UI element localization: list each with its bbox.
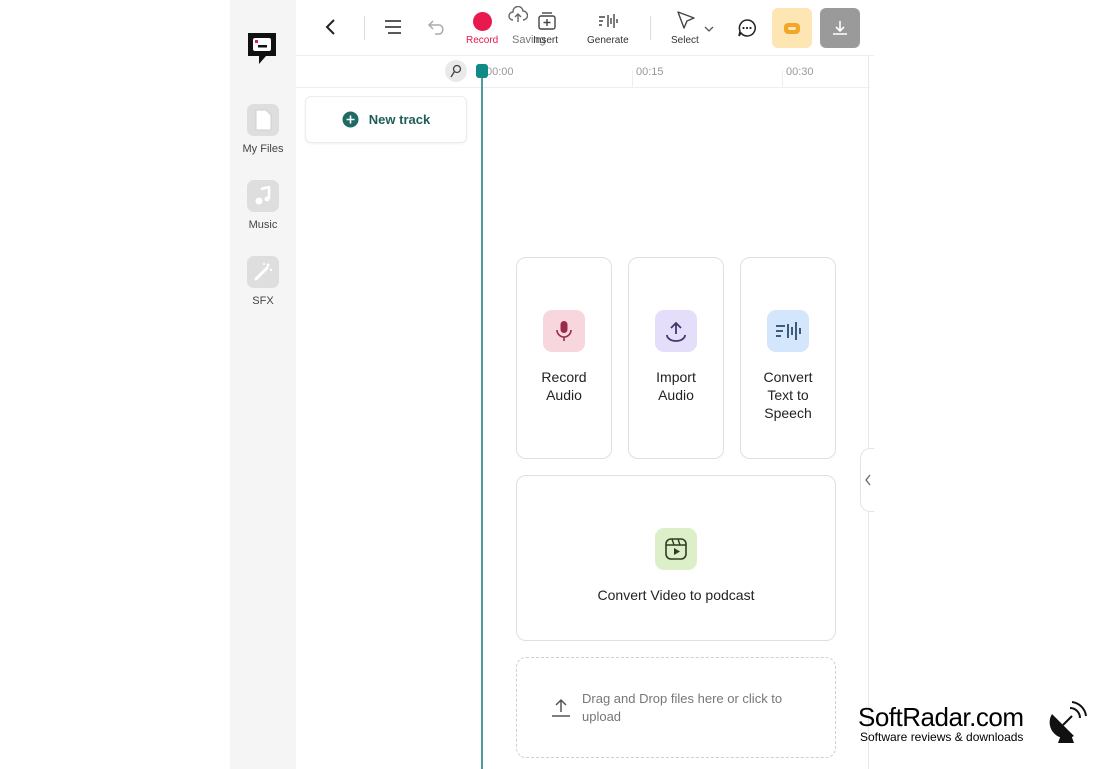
new-track-label: New track xyxy=(368,112,431,127)
magic-wand-icon xyxy=(247,256,279,288)
text-waveform-icon xyxy=(767,310,809,352)
record-dot-icon xyxy=(473,12,492,31)
watermark-subtitle: Software reviews & downloads xyxy=(860,730,1024,744)
timeline-ruler[interactable]: 00:00 00:15 00:30 xyxy=(296,56,870,88)
insert-label: Insert xyxy=(533,35,559,46)
sidebar-item-sfx[interactable]: SFX xyxy=(230,256,296,307)
generate-button[interactable]: Generate xyxy=(586,12,632,50)
sidebar-item-label: Music xyxy=(248,219,278,231)
tick-mark xyxy=(782,70,783,88)
select-label: Select xyxy=(671,35,699,46)
import-audio-card[interactable]: Import Audio xyxy=(628,257,724,459)
music-note-icon xyxy=(247,180,279,212)
collapse-panel-button[interactable] xyxy=(860,448,874,512)
tick-mark xyxy=(632,70,633,88)
record-audio-card[interactable]: Record Audio xyxy=(516,257,612,459)
text-to-speech-card[interactable]: Convert Text to Speech xyxy=(740,257,836,459)
text-to-speech-label: Convert Text to Speech xyxy=(741,368,835,422)
new-track-button[interactable]: New track xyxy=(305,96,467,143)
menu-button[interactable] xyxy=(384,19,402,40)
download-icon xyxy=(833,21,847,35)
panel-divider xyxy=(868,56,869,769)
generate-label: Generate xyxy=(587,35,629,46)
dropzone-text: Drag and Drop files here or click to upl… xyxy=(582,691,783,724)
toolbar-divider xyxy=(650,16,651,40)
microphone-icon xyxy=(543,310,585,352)
label-line: Import xyxy=(656,369,696,385)
ai-assistant-button[interactable] xyxy=(772,8,812,48)
sidebar-item-music[interactable]: Music xyxy=(230,180,296,231)
watermark: SoftRadar.com Software reviews & downloa… xyxy=(858,700,1098,750)
satellite-dish-icon xyxy=(1049,701,1087,743)
upload-icon xyxy=(655,310,697,352)
file-dropzone[interactable]: Drag and Drop files here or click to upl… xyxy=(516,657,836,758)
label-line: Convert xyxy=(763,369,813,385)
playhead-line xyxy=(481,74,483,769)
logo-icon xyxy=(248,33,276,64)
sidebar: My Files Music SFX xyxy=(230,0,296,769)
label-line: Audio xyxy=(546,387,582,403)
tick-label: 00:30 xyxy=(786,66,814,78)
label-line: Speech xyxy=(764,405,812,421)
video-to-podcast-label: Convert Video to podcast xyxy=(597,587,755,603)
export-button[interactable] xyxy=(820,8,860,48)
crown-icon xyxy=(784,23,800,34)
cloud-upload-icon xyxy=(508,5,529,22)
app-logo[interactable] xyxy=(245,30,279,66)
label-line: Text to xyxy=(767,387,809,403)
record-audio-label: Record Audio xyxy=(517,368,611,404)
plus-circle-icon xyxy=(342,111,359,128)
waveform-text-icon xyxy=(599,14,618,28)
snap-button[interactable] xyxy=(445,60,467,82)
chevron-left-icon xyxy=(325,19,335,35)
toolbar-divider xyxy=(364,16,365,40)
menu-icon xyxy=(385,20,401,34)
import-audio-label: Import Audio xyxy=(629,368,723,404)
saving-status: Saving xyxy=(508,5,546,46)
tick-label: 00:15 xyxy=(636,66,664,78)
insert-button[interactable]: Insert xyxy=(533,12,570,50)
chat-bubble-icon xyxy=(738,19,756,37)
top-toolbar: Record Saving Insert Generate Select xyxy=(296,0,874,56)
playhead-handle[interactable] xyxy=(476,64,488,78)
record-label: Record xyxy=(466,35,499,46)
record-button[interactable]: Record xyxy=(464,8,502,50)
label-line: Audio xyxy=(658,387,694,403)
sidebar-item-label: My Files xyxy=(242,143,284,155)
app-window: My Files Music SFX Record Saving Insert … xyxy=(0,0,1107,769)
watermark-title: SoftRadar.com xyxy=(858,702,1024,732)
chevron-left-icon xyxy=(864,474,871,486)
sidebar-item-label: SFX xyxy=(252,295,274,307)
tick-label: 00:00 xyxy=(486,66,514,78)
video-play-icon xyxy=(655,528,697,570)
comments-button[interactable] xyxy=(737,18,757,43)
undo-icon xyxy=(427,20,444,35)
undo-button[interactable] xyxy=(427,19,447,40)
video-to-podcast-card[interactable]: Convert Video to podcast xyxy=(516,475,836,641)
file-icon xyxy=(247,104,279,136)
chevron-down-icon xyxy=(704,26,714,32)
magnet-pin-icon xyxy=(450,64,462,78)
back-button[interactable] xyxy=(324,18,338,41)
label-line: Record xyxy=(541,369,587,385)
upload-arrow-icon xyxy=(552,698,570,717)
insert-icon xyxy=(538,12,556,30)
sidebar-item-my-files[interactable]: My Files xyxy=(230,104,296,155)
cursor-arrow-icon xyxy=(677,11,695,29)
select-tool-button[interactable]: Select xyxy=(668,10,718,50)
